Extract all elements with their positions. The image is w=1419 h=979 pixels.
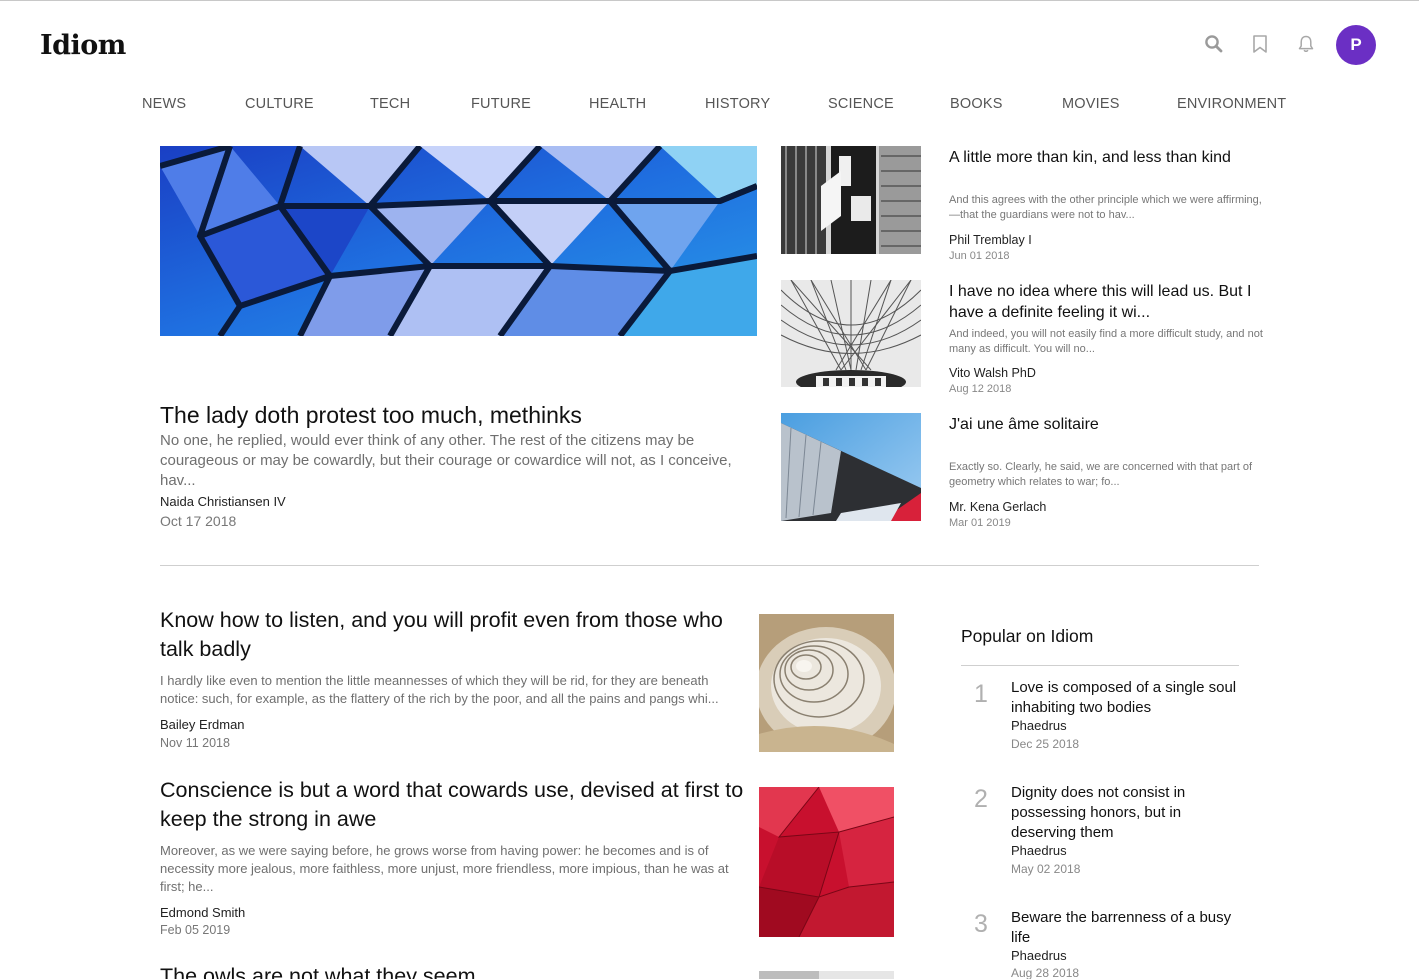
article-author[interactable]: Bailey Erdman xyxy=(160,717,245,732)
popular-item-author[interactable]: Phaedrus xyxy=(1011,718,1067,733)
side-article-date: Aug 12 2018 xyxy=(949,383,1012,395)
side-article-author[interactable]: Phil Tremblay I xyxy=(949,233,1032,247)
popular-item-date: Dec 25 2018 xyxy=(1011,737,1080,751)
nav-item-culture[interactable]: CULTURE xyxy=(245,96,314,112)
section-divider xyxy=(160,565,1259,566)
popular-rank: 3 xyxy=(974,910,988,938)
side-article-excerpt: And indeed, you will not easily find a m… xyxy=(949,328,1263,355)
search-icon[interactable] xyxy=(1203,33,1225,55)
site-logo[interactable]: Idiom xyxy=(40,30,126,61)
side-article-date: Jun 01 2018 xyxy=(949,250,1010,262)
article-date: Nov 11 2018 xyxy=(160,736,230,750)
popular-rank: 1 xyxy=(974,680,988,708)
nav-item-movies[interactable]: MOVIES xyxy=(1062,96,1120,112)
bell-icon[interactable] xyxy=(1295,33,1317,55)
popular-item-author[interactable]: Phaedrus xyxy=(1011,843,1067,858)
nav-item-history[interactable]: HISTORY xyxy=(705,96,770,112)
popular-item-author[interactable]: Phaedrus xyxy=(1011,948,1067,963)
hero-title[interactable]: The lady doth protest too much, methinks xyxy=(160,400,760,430)
side-article-date: Mar 01 2019 xyxy=(949,517,1011,529)
nav-item-environment[interactable]: ENVIRONMENT xyxy=(1177,96,1286,112)
popular-item-title[interactable]: Beware the barrenness of a busy life xyxy=(1011,908,1246,948)
article-title[interactable]: The owls are not what they seem xyxy=(160,962,750,979)
side-article-image[interactable] xyxy=(781,280,921,387)
popular-item-title[interactable]: Love is composed of a single soul inhabi… xyxy=(1011,678,1246,718)
avatar[interactable]: P xyxy=(1336,25,1376,65)
top-border xyxy=(0,0,1419,1)
side-article-excerpt: And this agrees with the other principle… xyxy=(949,194,1262,221)
article-author[interactable]: Edmond Smith xyxy=(160,905,245,920)
category-nav: NEWS CULTURE TECH FUTURE HEALTH HISTORY … xyxy=(0,96,1419,116)
popular-rank: 2 xyxy=(974,785,988,813)
hero-author[interactable]: Naida Christiansen IV xyxy=(160,494,286,509)
article-title[interactable]: Conscience is but a word that cowards us… xyxy=(160,776,750,834)
nav-item-books[interactable]: BOOKS xyxy=(950,96,1003,112)
article-image[interactable] xyxy=(759,787,894,937)
popular-item-date: Aug 28 2018 xyxy=(1011,966,1080,979)
nav-item-news[interactable]: NEWS xyxy=(142,96,186,112)
article-excerpt: Moreover, as we were saying before, he g… xyxy=(160,843,729,894)
hero-excerpt: No one, he replied, would ever think of … xyxy=(160,432,732,489)
hero-date: Oct 17 2018 xyxy=(160,513,237,529)
article-image[interactable] xyxy=(759,971,894,979)
popular-heading: Popular on Idiom xyxy=(961,626,1094,646)
side-article-title[interactable]: J'ai une âme solitaire xyxy=(949,414,1269,435)
hero-image[interactable] xyxy=(160,146,757,336)
popular-item-title[interactable]: Dignity does not consist in possessing h… xyxy=(1011,783,1246,843)
side-article-title[interactable]: I have no idea where this will lead us. … xyxy=(949,281,1269,323)
side-article-image[interactable] xyxy=(781,146,921,254)
side-article-image[interactable] xyxy=(781,413,921,521)
nav-item-tech[interactable]: TECH xyxy=(370,96,410,112)
article-date: Feb 05 2019 xyxy=(160,923,231,937)
article-excerpt: I hardly like even to mention the little… xyxy=(160,673,719,706)
article-image[interactable] xyxy=(759,614,894,752)
side-article-excerpt: Exactly so. Clearly, he said, we are con… xyxy=(949,461,1253,488)
side-article-author[interactable]: Mr. Kena Gerlach xyxy=(949,500,1046,514)
bookmark-icon[interactable] xyxy=(1249,33,1271,55)
popular-item-date: May 02 2018 xyxy=(1011,862,1081,876)
nav-item-future[interactable]: FUTURE xyxy=(471,96,531,112)
nav-item-health[interactable]: HEALTH xyxy=(589,96,646,112)
article-title[interactable]: Know how to listen, and you will profit … xyxy=(160,606,750,664)
side-article-title[interactable]: A little more than kin, and less than ki… xyxy=(949,147,1269,168)
popular-divider xyxy=(961,665,1239,666)
nav-item-science[interactable]: SCIENCE xyxy=(828,96,894,112)
side-article-author[interactable]: Vito Walsh PhD xyxy=(949,366,1036,380)
